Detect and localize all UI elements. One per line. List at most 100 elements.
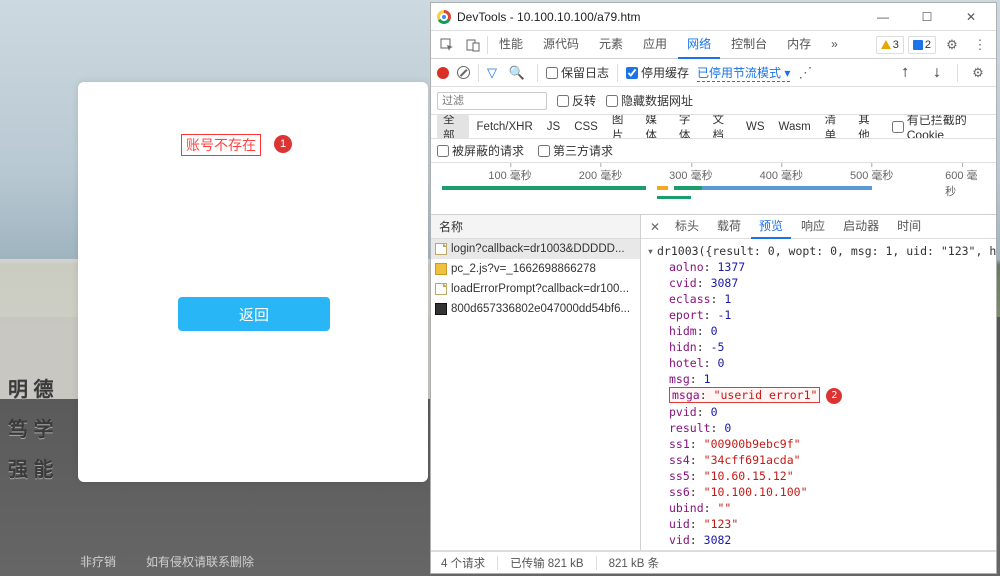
name-column-header[interactable]: 名称 xyxy=(431,215,640,239)
preview-field[interactable]: wopt: 0 xyxy=(647,548,990,551)
timeline-bar xyxy=(442,186,645,190)
filter-input[interactable] xyxy=(437,92,547,110)
preview-field[interactable]: ss6: "10.100.10.100" xyxy=(647,484,990,500)
third-party-checkbox[interactable]: 第三方请求 xyxy=(538,142,613,159)
info-badge[interactable]: 2 xyxy=(908,36,936,54)
preview-field[interactable]: aolno: 1377 xyxy=(647,259,990,275)
preview-field[interactable]: ubind: "" xyxy=(647,500,990,516)
tab-performance[interactable]: 性能 xyxy=(490,31,532,58)
window-titlebar[interactable]: DevTools - 10.100.10.100/a79.htm — ☐ ✕ xyxy=(431,3,996,31)
network-conditions-icon[interactable]: ⋰ xyxy=(798,64,812,81)
return-button[interactable]: 返回 xyxy=(178,297,330,331)
preview-field[interactable]: msg: 1 xyxy=(647,371,990,387)
request-row[interactable]: pc_2.js?v=_1662698866278 xyxy=(431,259,640,279)
tick-100ms: 100 毫秒 xyxy=(488,167,531,183)
tab-application[interactable]: 应用 xyxy=(634,31,676,58)
tab-more[interactable]: » xyxy=(822,31,847,58)
rtab-headers[interactable]: 标头 xyxy=(667,215,707,238)
import-icon[interactable]: ⭡ xyxy=(893,61,917,85)
blocked-requests-checkbox[interactable]: 被屏蔽的请求 xyxy=(437,142,524,159)
filter-font[interactable]: 字体 xyxy=(673,115,705,139)
request-name: pc_2.js?v=_1662698866278 xyxy=(451,263,596,275)
preview-field[interactable]: ss1: "00900b9ebc9f" xyxy=(647,436,990,452)
filter-js[interactable]: JS xyxy=(541,120,566,134)
preview-field[interactable]: hotel: 0 xyxy=(647,355,990,371)
preview-field[interactable]: ss4: "34cff691acda" xyxy=(647,452,990,468)
request-row[interactable]: 800d657336802e047000dd54bf6... xyxy=(431,299,640,319)
request-list-pane: 名称 login?callback=dr1003&DDDDD... pc_2.js… xyxy=(431,215,641,550)
blocked-cookies-checkbox[interactable]: 有已拦截的 Cookie xyxy=(892,115,990,139)
preserve-log-checkbox[interactable]: 保留日志 xyxy=(546,64,609,81)
info-icon xyxy=(913,40,923,50)
throttling-dropdown[interactable]: 已停用节流模式 ▾ xyxy=(697,64,790,82)
network-settings-icon[interactable]: ⚙ xyxy=(966,61,990,85)
disable-cache-checkbox[interactable]: 停用缓存 xyxy=(626,64,689,81)
request-row[interactable]: login?callback=dr1003&DDDDD... xyxy=(431,239,640,259)
filter-img[interactable]: 图片 xyxy=(606,115,638,139)
device-toolbar-icon[interactable] xyxy=(461,33,485,57)
inspect-element-icon[interactable] xyxy=(435,33,459,57)
network-extra-filters: 被屏蔽的请求 第三方请求 xyxy=(431,139,996,163)
preview-field[interactable]: result: 0 xyxy=(647,420,990,436)
preview-field[interactable]: hidm: 0 xyxy=(647,323,990,339)
window-minimize-button[interactable]: — xyxy=(864,4,902,30)
request-name: loadErrorPrompt?callback=dr100... xyxy=(451,283,629,295)
network-timeline[interactable]: 100 毫秒 200 毫秒 300 毫秒 400 毫秒 500 毫秒 600 毫… xyxy=(431,163,996,215)
tab-elements[interactable]: 元素 xyxy=(590,31,632,58)
separator xyxy=(617,64,618,82)
preview-first-line[interactable]: ▾dr1003({result: 0, wopt: 0, msg: 1, uid… xyxy=(647,243,990,259)
filter-all[interactable]: 全部 xyxy=(437,115,469,139)
filter-manifest[interactable]: 清单 xyxy=(819,115,851,139)
filter-css[interactable]: CSS xyxy=(568,120,604,134)
export-icon[interactable]: ⭣ xyxy=(925,61,949,85)
rtab-response[interactable]: 响应 xyxy=(793,215,833,238)
chrome-icon xyxy=(437,10,451,24)
devtools-window: DevTools - 10.100.10.100/a79.htm — ☐ ✕ 性… xyxy=(430,2,997,574)
rtab-initiator[interactable]: 启动器 xyxy=(835,215,887,238)
tab-sources[interactable]: 源代码 xyxy=(534,31,588,58)
settings-icon[interactable]: ⚙ xyxy=(940,33,964,57)
window-close-button[interactable]: ✕ xyxy=(952,4,990,30)
filter-doc[interactable]: 文档 xyxy=(706,115,738,139)
filter-icon[interactable]: ▽ xyxy=(487,65,497,81)
rtab-preview[interactable]: 预览 xyxy=(751,215,791,238)
rtab-payload[interactable]: 载荷 xyxy=(709,215,749,238)
filter-fetch[interactable]: Fetch/XHR xyxy=(471,120,539,134)
kebab-menu-icon[interactable]: ⋮ xyxy=(968,33,992,57)
clear-icon[interactable] xyxy=(457,66,470,79)
filter-other[interactable]: 其他 xyxy=(852,115,884,139)
invert-checkbox[interactable]: 反转 xyxy=(557,92,596,109)
filter-wasm[interactable]: Wasm xyxy=(773,120,817,134)
preview-field[interactable]: pvid: 0 xyxy=(647,404,990,420)
file-type-icon xyxy=(435,283,447,295)
filter-ws[interactable]: WS xyxy=(740,120,771,134)
window-maximize-button[interactable]: ☐ xyxy=(908,4,946,30)
preview-field-highlighted[interactable]: msga: "userid error1"2 xyxy=(647,387,990,404)
preview-field[interactable]: vid: 3082 xyxy=(647,532,990,548)
timeline-bar xyxy=(657,186,668,190)
preview-field[interactable]: ss5: "10.60.15.12" xyxy=(647,468,990,484)
resource-type-filters: 全部 Fetch/XHR JS CSS 图片 媒体 字体 文档 WS Wasm … xyxy=(431,115,996,139)
preview-field[interactable]: eport: -1 xyxy=(647,307,990,323)
hide-data-urls-checkbox[interactable]: 隐藏数据网址 xyxy=(606,92,693,109)
tab-memory[interactable]: 内存 xyxy=(778,31,820,58)
warnings-badge[interactable]: 3 xyxy=(876,36,904,54)
preview-field[interactable]: hidn: -5 xyxy=(647,339,990,355)
request-name: login?callback=dr1003&DDDDD... xyxy=(451,243,625,255)
filter-media[interactable]: 媒体 xyxy=(639,115,671,139)
tab-console[interactable]: 控制台 xyxy=(722,31,776,58)
preview-field[interactable]: eclass: 1 xyxy=(647,291,990,307)
tick-500ms: 500 毫秒 xyxy=(850,167,893,183)
tab-network[interactable]: 网络 xyxy=(678,31,720,58)
resources-size: 821 kB 条 xyxy=(609,555,660,571)
request-row[interactable]: loadErrorPrompt?callback=dr100... xyxy=(431,279,640,299)
close-panel-icon[interactable]: ✕ xyxy=(645,220,665,234)
record-icon[interactable] xyxy=(437,67,449,79)
preview-field[interactable]: cvid: 3087 xyxy=(647,275,990,291)
preview-field[interactable]: uid: "123" xyxy=(647,516,990,532)
file-type-icon xyxy=(435,303,447,315)
file-type-icon xyxy=(435,263,447,275)
response-preview[interactable]: ▾dr1003({result: 0, wopt: 0, msg: 1, uid… xyxy=(641,239,996,550)
rtab-timing[interactable]: 时间 xyxy=(889,215,929,238)
search-icon[interactable]: 🔍 xyxy=(505,61,529,85)
